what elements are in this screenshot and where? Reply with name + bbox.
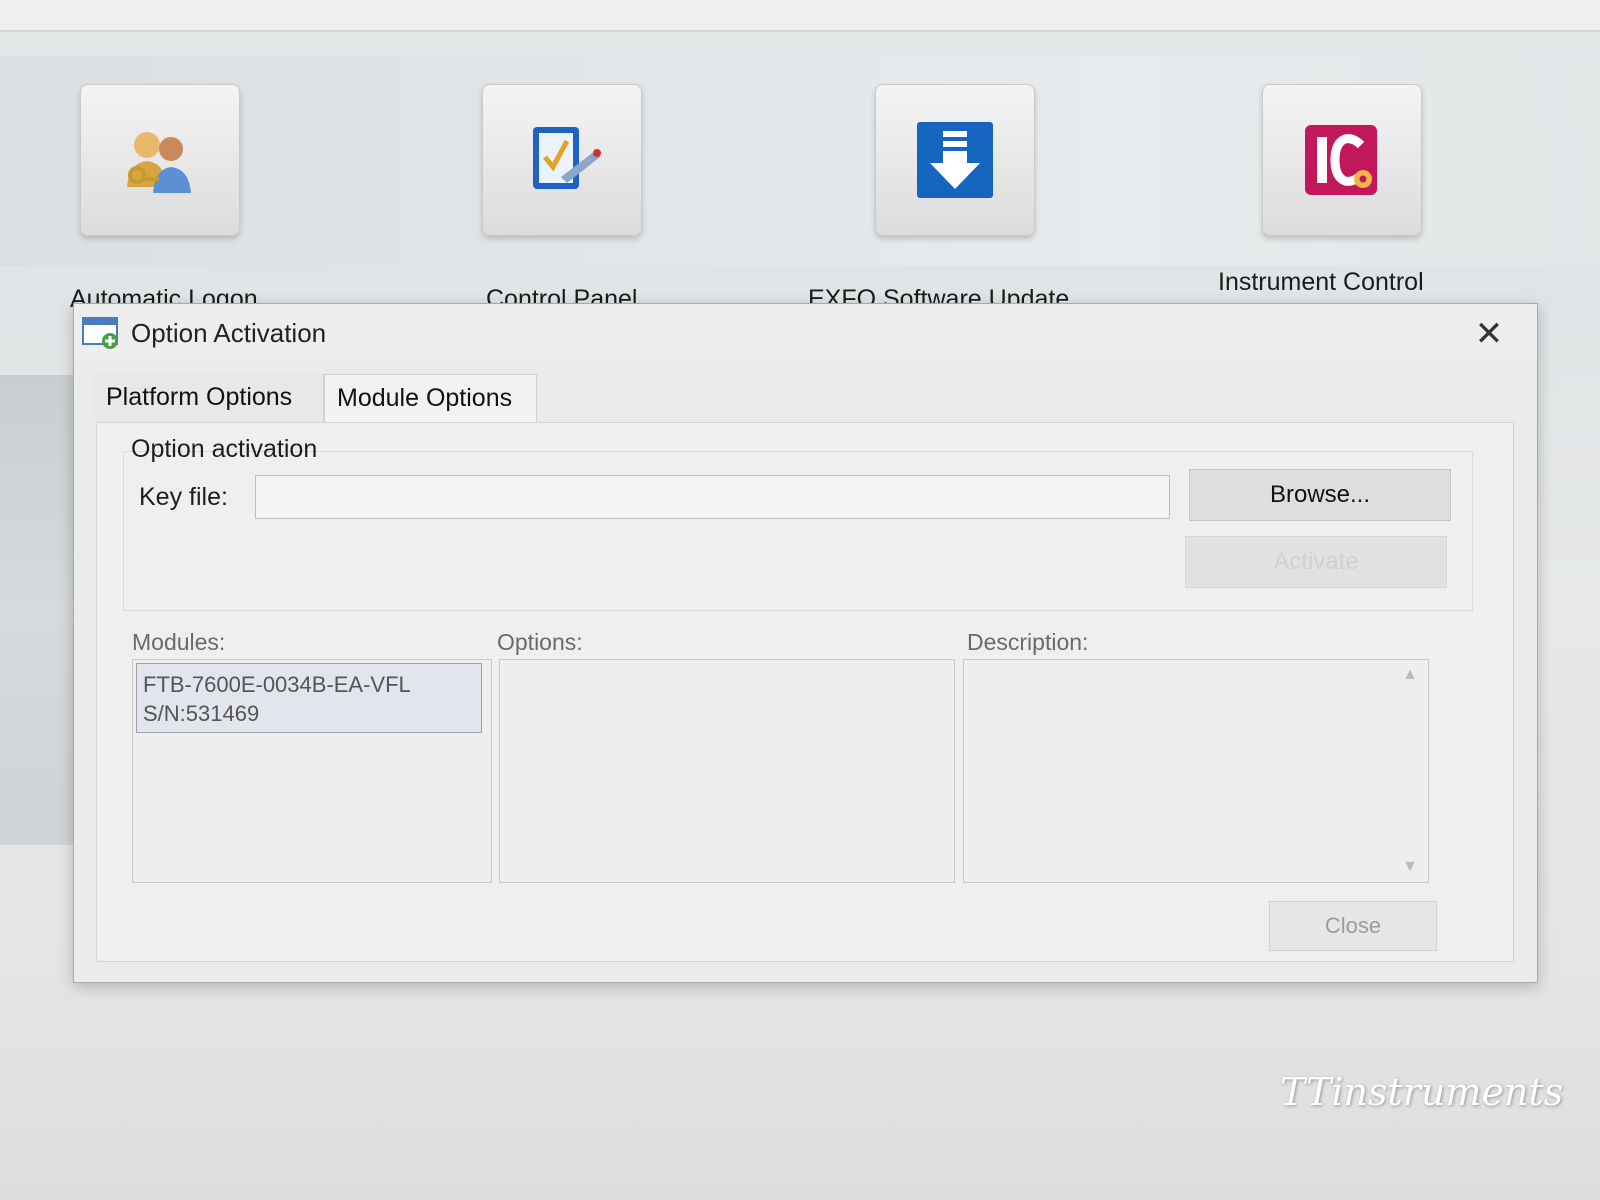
tab-platform-options[interactable]: Platform Options (94, 374, 324, 422)
watermark: TTinstruments (1280, 1070, 1564, 1114)
activate-button[interactable]: Activate (1185, 536, 1447, 588)
download-arrow-icon (917, 122, 993, 198)
description-box[interactable]: ▲ ▼ (963, 659, 1429, 883)
instrument-control-tile[interactable] (1262, 84, 1422, 236)
modules-label: Modules: (132, 629, 226, 655)
tab-module-options[interactable]: Module Options (324, 374, 537, 422)
option-activation-icon (82, 317, 118, 349)
key-file-input[interactable] (255, 475, 1170, 519)
scroll-up-icon[interactable]: ▲ (1402, 666, 1418, 684)
browse-button[interactable]: Browse... (1189, 469, 1451, 521)
instrument-control-label: Instrument Control (1218, 268, 1424, 296)
control-panel-tile[interactable] (482, 84, 642, 236)
module-name: FTB-7600E-0034B-EA-VFL (143, 672, 411, 697)
exfo-software-update-tile[interactable] (875, 84, 1035, 236)
description-label: Description: (967, 629, 1089, 655)
close-button[interactable]: Close (1269, 901, 1437, 951)
close-icon[interactable]: ✕ (1469, 314, 1509, 354)
modules-list[interactable]: FTB-7600E-0034B-EA-VFL S/N:531469 (132, 659, 492, 883)
option-activation-dialog: Option Activation ✕ Platform Options Mod… (73, 303, 1538, 983)
users-key-icon (127, 132, 191, 193)
key-file-label: Key file: (139, 483, 228, 511)
options-list[interactable] (499, 659, 955, 883)
scroll-down-icon[interactable]: ▼ (1402, 858, 1418, 876)
options-label: Options: (497, 629, 583, 655)
list-item[interactable]: FTB-7600E-0034B-EA-VFL S/N:531469 (136, 663, 482, 733)
option-activation-group-label: Option activation (131, 435, 318, 463)
dialog-title: Option Activation (131, 318, 327, 348)
dialog-titlebar: Option Activation ✕ (74, 304, 1537, 360)
module-options-panel: Option activation Key file: Browse... Ac… (96, 422, 1514, 962)
automatic-logon-tile[interactable] (80, 84, 240, 236)
checklist-pen-icon (533, 127, 601, 189)
module-serial: S/N:531469 (143, 701, 260, 726)
top-strip (0, 0, 1600, 32)
ic-gear-icon (1305, 125, 1377, 195)
